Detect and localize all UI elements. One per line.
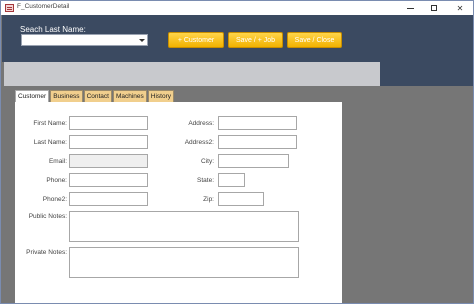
customer-detail-window: F_CustomerDetail ✕ Seach Last Name: + Cu… bbox=[0, 0, 474, 304]
state-label: State: bbox=[197, 177, 214, 184]
tab-business[interactable]: Business bbox=[50, 90, 83, 102]
zip-label: Zip: bbox=[203, 196, 214, 203]
private-notes-field[interactable] bbox=[69, 247, 299, 278]
phone-label: Phone: bbox=[46, 177, 67, 184]
tab-machines[interactable]: Machines bbox=[112, 90, 147, 102]
close-icon: ✕ bbox=[456, 3, 464, 13]
header-strip bbox=[4, 62, 380, 86]
chevron-down-icon[interactable] bbox=[137, 35, 146, 45]
title-bar: F_CustomerDetail ✕ bbox=[1, 1, 473, 15]
form-icon bbox=[5, 4, 14, 12]
phone-field[interactable] bbox=[69, 173, 148, 187]
email-label: Email: bbox=[48, 158, 67, 165]
minimize-icon bbox=[406, 7, 414, 9]
customer-tab-panel: First Name: Last Name: Email: Phone: Pho… bbox=[15, 102, 342, 303]
tab-contact[interactable]: Contact bbox=[83, 90, 112, 102]
search-last-name-combo[interactable] bbox=[21, 34, 148, 46]
public-notes-field[interactable] bbox=[69, 211, 299, 242]
close-button[interactable]: ✕ bbox=[449, 1, 471, 15]
maximize-button[interactable] bbox=[423, 1, 445, 15]
email-field[interactable] bbox=[69, 154, 148, 168]
minimize-button[interactable] bbox=[399, 1, 421, 15]
public-notes-label: Public Notes: bbox=[28, 213, 67, 220]
private-notes-label: Private Notes: bbox=[26, 249, 67, 256]
maximize-icon bbox=[431, 5, 437, 11]
tab-history[interactable]: History bbox=[147, 90, 175, 102]
address-field[interactable] bbox=[218, 116, 297, 130]
last-name-label: Last Name: bbox=[33, 139, 67, 146]
last-name-field[interactable] bbox=[69, 135, 148, 149]
address2-label: Address2: bbox=[184, 139, 214, 146]
tab-strip: Customer Business Contact Machines Histo… bbox=[15, 90, 175, 103]
phone2-field[interactable] bbox=[69, 192, 148, 206]
save-close-button[interactable]: Save / Close bbox=[287, 32, 342, 48]
first-name-field[interactable] bbox=[69, 116, 148, 130]
state-field[interactable] bbox=[218, 173, 245, 187]
first-name-label: First Name: bbox=[33, 120, 67, 127]
phone2-label: Phone2: bbox=[42, 196, 67, 203]
save-add-job-button[interactable]: Save / + Job bbox=[228, 32, 283, 48]
zip-field[interactable] bbox=[218, 192, 264, 206]
city-field[interactable] bbox=[218, 154, 289, 168]
add-customer-button[interactable]: + Customer bbox=[168, 32, 224, 48]
search-last-name-label: Seach Last Name: bbox=[20, 25, 86, 34]
address-label: Address: bbox=[188, 120, 214, 127]
form-header-extension bbox=[380, 62, 473, 86]
city-label: City: bbox=[201, 158, 214, 165]
window-title: F_CustomerDetail bbox=[17, 3, 70, 10]
address2-field[interactable] bbox=[218, 135, 297, 149]
